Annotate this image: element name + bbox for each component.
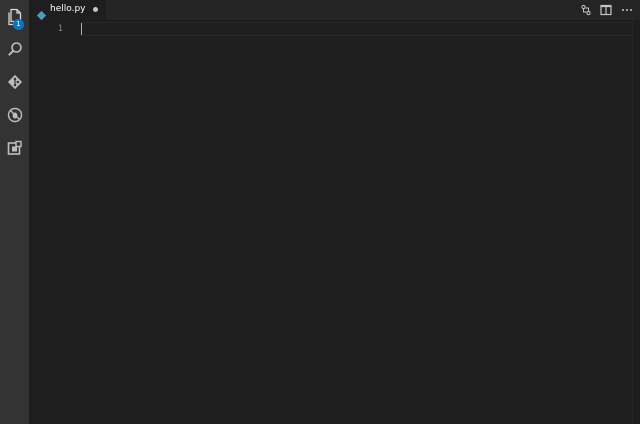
activity-explorer[interactable]: 1 xyxy=(0,2,29,32)
editor-scrollbar[interactable] xyxy=(632,20,640,424)
tab-hello-py[interactable]: hello.py xyxy=(29,0,106,21)
extensions-icon xyxy=(7,140,23,156)
code-editor: 1 xyxy=(29,20,640,424)
python-file-icon xyxy=(36,5,47,21)
activity-bar: 1 xyxy=(0,0,29,424)
activity-debug[interactable] xyxy=(0,100,29,130)
unsaved-dot-icon[interactable] xyxy=(93,7,98,12)
git-icon xyxy=(7,74,23,90)
editor-actions xyxy=(578,0,640,20)
search-icon xyxy=(7,41,23,57)
line-number: 1 xyxy=(57,24,63,34)
activity-source-control[interactable] xyxy=(0,67,29,97)
open-changes-icon[interactable] xyxy=(579,3,593,17)
debug-icon xyxy=(7,107,23,123)
ellipsis-icon[interactable] xyxy=(620,3,634,17)
vscode-window: 1 hello.py 1 xyxy=(0,0,640,424)
explorer-badge: 1 xyxy=(13,19,24,30)
activity-search[interactable] xyxy=(0,34,29,64)
editor-tab-strip: hello.py xyxy=(29,0,640,21)
split-editor-icon[interactable] xyxy=(599,3,613,17)
activity-extensions[interactable] xyxy=(0,133,29,163)
tab-label: hello.py xyxy=(50,4,86,14)
text-cursor xyxy=(81,23,82,35)
editor-text-area[interactable] xyxy=(81,22,632,424)
